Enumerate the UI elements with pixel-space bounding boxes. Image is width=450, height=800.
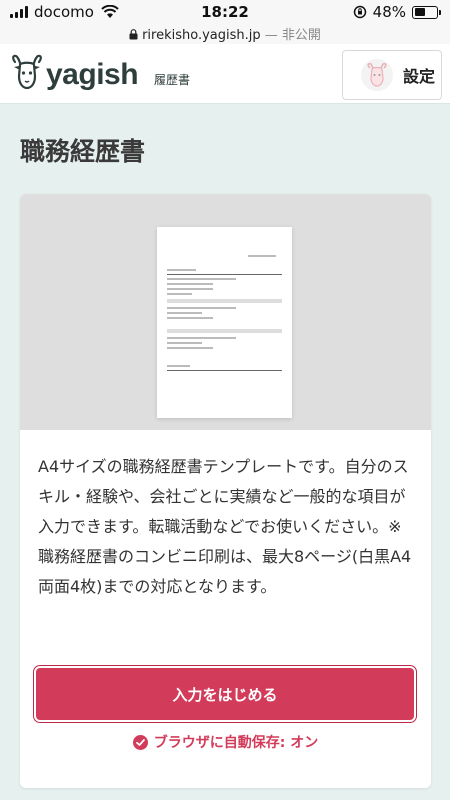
logo[interactable]: yagish 履歴書: [10, 54, 190, 90]
logo-text: yagish: [46, 58, 139, 91]
battery-icon: [412, 5, 441, 19]
check-circle-icon: [132, 734, 148, 750]
status-bar: docomo 18:22 48% rirekisho.yagish.jp — 非…: [0, 0, 450, 44]
app-header: yagish 履歴書 設定: [0, 44, 450, 104]
template-description: A4サイズの職務経歴書テンプレートです。自分のスキル・経験や、会社ごとに実績など…: [38, 457, 412, 596]
battery-percent: 48%: [372, 3, 406, 21]
avatar-icon: [361, 59, 393, 91]
settings-label: 設定: [403, 67, 436, 86]
document-thumbnail: [157, 227, 292, 418]
lock-icon: [129, 29, 138, 40]
start-input-button[interactable]: 入力をはじめる: [33, 665, 417, 723]
template-preview[interactable]: [20, 194, 431, 430]
url-bar[interactable]: rirekisho.yagish.jp — 非公開: [0, 24, 450, 43]
url-text: rirekisho.yagish.jp: [142, 28, 261, 43]
url-note: — 非公開: [264, 28, 321, 43]
template-card: A4サイズの職務経歴書テンプレートです。自分のスキル・経験や、会社ごとに実績など…: [20, 194, 431, 788]
page-title: 職務経歴書: [20, 137, 146, 166]
status-right: 48%: [353, 3, 441, 21]
autosave-label: ブラウザに自動保存: オン: [153, 735, 319, 751]
logo-subtitle: 履歴書: [154, 73, 191, 87]
rotation-lock-icon: [353, 5, 366, 19]
goat-logo-icon: [12, 54, 42, 90]
settings-button[interactable]: 設定: [342, 50, 442, 100]
autosave-status[interactable]: ブラウザに自動保存: オン: [20, 732, 431, 752]
